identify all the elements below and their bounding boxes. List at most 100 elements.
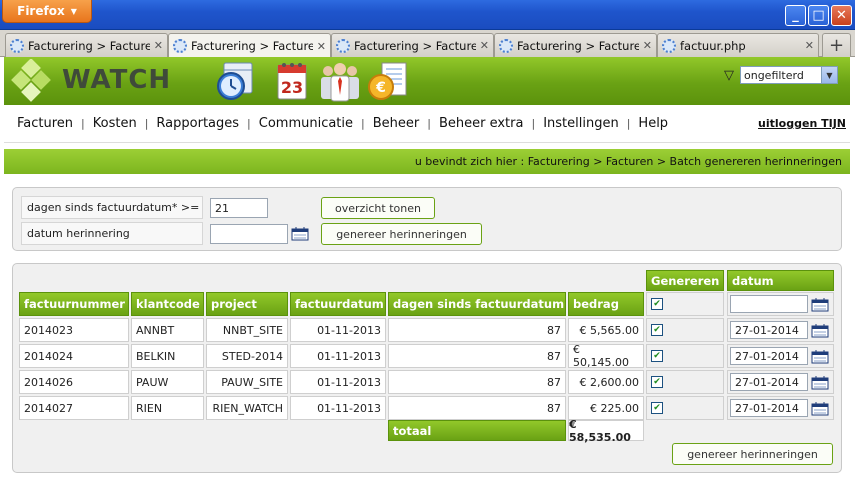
column-header-factuurdatum: factuurdatum	[290, 292, 386, 316]
browser-tab[interactable]: Facturering > Facture... ✕	[5, 33, 168, 57]
calendar-icon[interactable]: 23	[270, 59, 314, 103]
days-since-label: dagen sinds factuurdatum* >=	[21, 196, 203, 219]
watch-logo-icon	[11, 59, 51, 102]
close-tab-icon[interactable]: ✕	[154, 39, 163, 52]
page-loading-icon	[10, 38, 24, 53]
calendar-day: 23	[281, 78, 303, 97]
cell-datum: 27-01-2014	[727, 318, 834, 342]
browser-tab[interactable]: factuur.php ✕	[657, 33, 819, 57]
column-header-factuurnummer: factuurnummer	[19, 292, 129, 316]
cell-datum: 27-01-2014	[727, 344, 834, 368]
cell-project: RIEN_WATCH	[206, 396, 288, 420]
cell-datum: 27-01-2014	[727, 396, 834, 420]
reminder-date-input[interactable]	[210, 224, 288, 244]
nav-item-kosten[interactable]: Kosten	[93, 116, 137, 131]
nav-separator: |	[361, 117, 365, 130]
window-titlebar: Firefox ▼ _ □ ✕	[0, 0, 855, 30]
nav-item-rapportages[interactable]: Rapportages	[156, 116, 239, 131]
reminder-date-label: datum herinnering	[21, 222, 203, 245]
cell-genereren: ✔	[646, 318, 724, 342]
filter-icon: ▽	[724, 67, 734, 83]
new-tab-button[interactable]: +	[822, 33, 851, 57]
browser-tab[interactable]: Facturering > Facture... ✕	[331, 33, 494, 57]
filter-select[interactable]: ongefilterd ▼	[740, 66, 838, 84]
nav-item-beheer-extra[interactable]: Beheer extra	[439, 116, 524, 131]
cell-factuurdatum: 01-11-2013	[290, 318, 386, 342]
days-since-input[interactable]: 21	[210, 198, 268, 218]
cell-klantcode: ANNBT	[131, 318, 204, 342]
nav-separator: |	[427, 117, 431, 130]
column-header-genereren: Genereren	[646, 270, 724, 291]
cell-factuurnummer: 2014024	[19, 344, 129, 368]
users-icon[interactable]	[318, 59, 362, 103]
column-header-bedrag: bedrag	[568, 292, 644, 316]
app-logo-text: WATCH	[62, 65, 172, 95]
close-tab-icon[interactable]: ✕	[805, 39, 814, 52]
column-header-dagen: dagen sinds factuurdatum	[388, 292, 566, 316]
generate-checkbox[interactable]: ✔	[651, 402, 663, 414]
tab-title: Facturering > Facture...	[517, 38, 639, 53]
generate-checkbox[interactable]: ✔	[651, 324, 663, 336]
nav-item-communicatie[interactable]: Communicatie	[259, 116, 353, 131]
cell-dagen: 87	[388, 344, 566, 368]
nav-item-facturen[interactable]: Facturen	[17, 116, 73, 131]
column-header-klantcode: klantcode	[131, 292, 204, 316]
browser-tab[interactable]: Facturering > Facture... ✕	[494, 33, 657, 57]
generate-reminders-button[interactable]: genereer herinneringen	[321, 223, 482, 245]
browser-tab-active[interactable]: Facturering > Facture... ✕	[168, 33, 331, 58]
nav-separator: |	[626, 117, 631, 130]
tab-title: factuur.php	[680, 38, 746, 53]
reminder-date-input[interactable]: 27-01-2014	[730, 321, 808, 339]
reminder-date-input[interactable]: 27-01-2014	[730, 399, 808, 417]
nav-separator: |	[81, 117, 85, 130]
reminder-date-input[interactable]: 27-01-2014	[730, 373, 808, 391]
app-header: WATCH 23 € ▽ ongefilterd ▼	[4, 57, 850, 105]
calendar-picker-icon[interactable]	[811, 401, 829, 416]
close-tab-icon[interactable]: ✕	[480, 39, 489, 52]
close-window-button[interactable]: ✕	[831, 5, 852, 26]
close-tab-icon[interactable]: ✕	[317, 40, 326, 53]
calendar-picker-icon[interactable]	[811, 375, 829, 390]
cell-genereren: ✔	[646, 344, 724, 368]
nav-item-help[interactable]: Help	[638, 116, 668, 131]
calendar-picker-icon[interactable]	[811, 349, 829, 364]
cell-project: STED-2014	[206, 344, 288, 368]
nav-separator: |	[144, 117, 149, 130]
page-loading-icon	[499, 38, 513, 53]
generate-checkbox[interactable]: ✔	[651, 350, 663, 362]
web-page: WATCH 23 € ▽ ongefilterd ▼ Facturen | Ko…	[4, 57, 850, 504]
calendar-picker-icon[interactable]	[811, 297, 829, 312]
generate-checkbox[interactable]: ✔	[651, 376, 663, 388]
tab-title: Facturering > Facture...	[354, 38, 476, 53]
page-loading-icon	[173, 39, 187, 53]
svg-text:€: €	[375, 80, 386, 96]
page-loading-icon	[336, 38, 350, 53]
total-value: € 58,535.00	[568, 418, 644, 444]
firefox-menu-button[interactable]: Firefox ▼	[2, 0, 92, 23]
cell-dagen: 87	[388, 318, 566, 342]
calendar-picker-icon[interactable]	[811, 323, 829, 338]
browser-tabbar: Facturering > Facture... ✕ Facturering >…	[0, 30, 855, 58]
generate-reminders-button-bottom[interactable]: genereer herinneringen	[672, 443, 833, 465]
page-loading-icon	[662, 38, 676, 53]
maximize-button[interactable]: □	[808, 5, 829, 26]
logout-link[interactable]: uitloggen TIJN	[758, 117, 846, 130]
calendar-picker-icon[interactable]	[291, 226, 309, 241]
filter-control: ▽ ongefilterd ▼	[724, 66, 838, 84]
euro-invoice-icon[interactable]: €	[366, 59, 410, 103]
nav-item-beheer[interactable]: Beheer	[373, 116, 420, 131]
minimize-button[interactable]: _	[785, 5, 806, 26]
chevron-down-icon: ▼	[821, 67, 837, 83]
clock-calendar-icon[interactable]	[214, 59, 258, 103]
bulk-date-input[interactable]	[730, 295, 808, 313]
total-label: totaal	[388, 420, 566, 441]
results-panel: Genereren datum factuurnummer klantcode …	[12, 263, 842, 473]
window-controls: _ □ ✕	[785, 5, 852, 26]
show-overview-button[interactable]: overzicht tonen	[321, 197, 435, 219]
nav-item-instellingen[interactable]: Instellingen	[543, 116, 619, 131]
reminder-date-input[interactable]: 27-01-2014	[730, 347, 808, 365]
cell-factuurnummer: 2014027	[19, 396, 129, 420]
select-all-checkbox[interactable]: ✔	[651, 298, 663, 310]
nav-separator: |	[247, 117, 251, 130]
close-tab-icon[interactable]: ✕	[643, 39, 652, 52]
